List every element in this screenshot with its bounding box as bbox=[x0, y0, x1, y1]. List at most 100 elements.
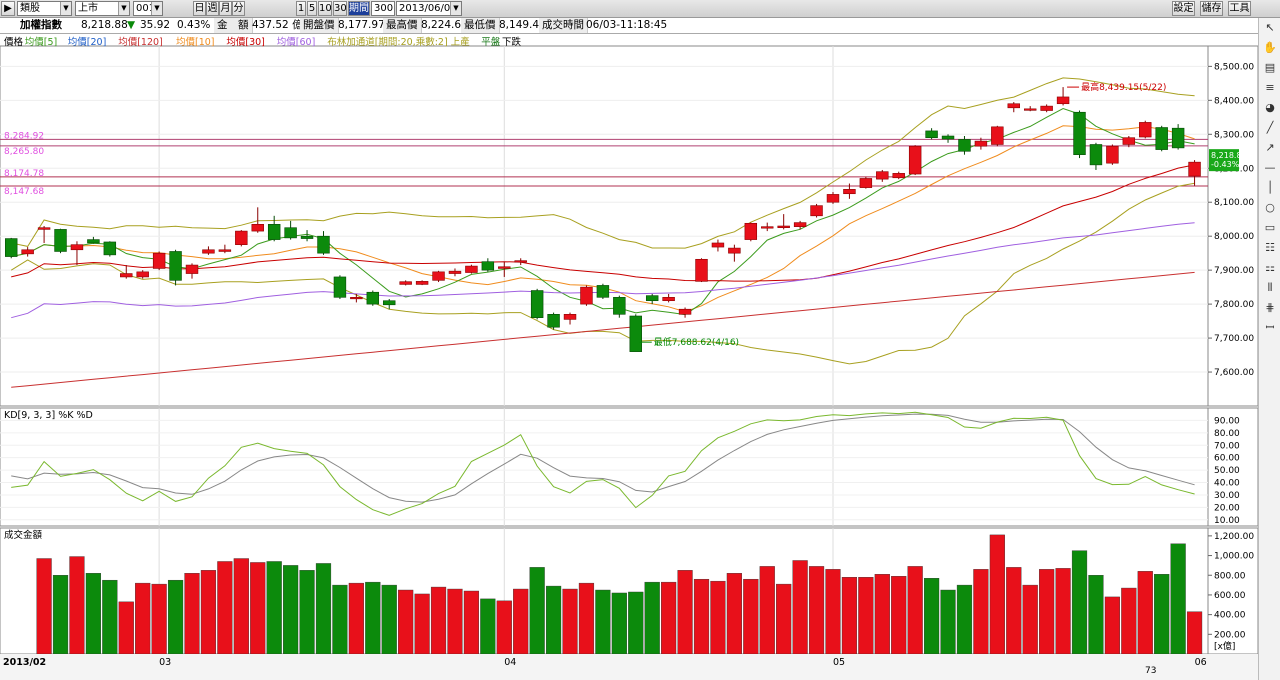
period-minute-button[interactable]: 分 bbox=[232, 1, 245, 16]
candle-body bbox=[991, 126, 1004, 145]
legend-entry: 均價[60] bbox=[277, 36, 316, 48]
candle-body bbox=[415, 281, 429, 285]
candle-body bbox=[695, 258, 708, 282]
num-5-button[interactable]: 5 bbox=[307, 1, 317, 16]
kd-tick-label: 70.00 bbox=[1214, 441, 1240, 451]
volume-bar bbox=[1039, 569, 1055, 655]
x-axis-label: 2013/02 bbox=[3, 657, 46, 668]
candle-body bbox=[70, 244, 84, 251]
volume-bar bbox=[776, 583, 792, 655]
candle-body bbox=[169, 251, 182, 281]
exchange-select[interactable]: 上市 ▼ bbox=[75, 1, 130, 16]
kd-tick-label: 30.00 bbox=[1214, 491, 1240, 501]
candle-body bbox=[267, 224, 281, 240]
volume-bar bbox=[1121, 587, 1137, 655]
volume-bar bbox=[825, 569, 841, 655]
num-30-button[interactable]: 30 bbox=[333, 1, 347, 16]
save-button[interactable]: 儲存 bbox=[1200, 1, 1223, 16]
settings-button[interactable]: 設定 bbox=[1172, 1, 1195, 16]
lock-icon[interactable]: ▤ bbox=[1262, 60, 1278, 76]
candle-body bbox=[563, 314, 577, 320]
market-type-select[interactable]: 類股 ▼ bbox=[17, 1, 72, 16]
price-tick-label: 8,400.00 bbox=[1214, 96, 1254, 106]
channel-tool-icon[interactable]: ⋕ bbox=[1262, 300, 1278, 316]
amount-label: 金 額 bbox=[214, 18, 253, 33]
stock-chart-svg[interactable]: 7,600.00 7,700.00 7,800.00 7,900.00 8,000.00… bbox=[0, 34, 1280, 680]
circle-tool-icon[interactable]: ○ bbox=[1262, 200, 1278, 216]
candle-body bbox=[317, 235, 330, 254]
num-10-button[interactable]: 10 bbox=[318, 1, 332, 16]
legend-entry: 均價[5] bbox=[25, 36, 57, 48]
period-month-button[interactable]: 月 bbox=[219, 1, 232, 16]
volume-bar bbox=[545, 585, 562, 655]
vertical-line-icon[interactable]: │ bbox=[1262, 180, 1278, 196]
fibonacci-icon[interactable]: ☷ bbox=[1262, 240, 1278, 256]
period-label-button[interactable]: 期間 bbox=[348, 1, 370, 16]
candle-body bbox=[120, 273, 133, 278]
cursor-icon[interactable]: ↖ bbox=[1262, 20, 1278, 36]
volume-bar bbox=[1088, 575, 1104, 655]
tools-button[interactable]: 工具 bbox=[1228, 1, 1251, 16]
period-week-button[interactable]: 週 bbox=[206, 1, 219, 16]
zoom-value: 73 bbox=[1145, 666, 1156, 676]
annotation-label: 最低7,688.62(4/16) bbox=[654, 336, 739, 348]
current-price-label: 8,218.88 bbox=[1211, 151, 1247, 160]
volume-bar bbox=[365, 581, 381, 655]
volume-bar bbox=[644, 581, 660, 655]
legend-entry: 價格 bbox=[4, 36, 24, 48]
text-tool-icon[interactable]: ꟷ bbox=[1262, 320, 1278, 336]
date-select[interactable]: 2013/06/03 ▼ bbox=[396, 1, 462, 16]
candle-body bbox=[5, 238, 18, 257]
chevron-down-icon: ▼ bbox=[60, 2, 71, 15]
volume-tick-label: 200.00 bbox=[1214, 630, 1246, 640]
volume-bar bbox=[1186, 611, 1203, 655]
candle-body bbox=[448, 270, 462, 274]
period-day-button[interactable]: 日 bbox=[193, 1, 206, 16]
change-pct-value: 0.43% bbox=[177, 19, 211, 31]
hand-icon[interactable]: ✋ bbox=[1262, 40, 1278, 56]
arrow-tool-icon[interactable]: ↗ bbox=[1262, 140, 1278, 156]
reference-line-label: 8,147.68 bbox=[4, 187, 44, 197]
volume-bar bbox=[36, 558, 52, 655]
rectangle-tool-icon[interactable]: ▭ bbox=[1262, 220, 1278, 236]
volume-bar bbox=[759, 566, 775, 655]
gann-icon[interactable]: ⚏ bbox=[1262, 260, 1278, 276]
candle-body bbox=[498, 266, 511, 269]
volume-bar bbox=[85, 573, 101, 655]
volume-bar bbox=[200, 570, 217, 655]
volume-bar bbox=[1170, 543, 1186, 655]
volume-bar bbox=[661, 581, 677, 655]
candle-body bbox=[843, 189, 856, 195]
line-tool-icon[interactable]: ╱ bbox=[1262, 120, 1278, 136]
volume-bar bbox=[726, 573, 742, 655]
menu-icon[interactable]: ≡ bbox=[1262, 80, 1278, 96]
candle-body bbox=[958, 139, 971, 152]
volume-title: 成交金額 bbox=[4, 529, 43, 541]
horizontal-line-icon[interactable]: — bbox=[1262, 160, 1278, 176]
palette-icon[interactable]: ◕ bbox=[1262, 100, 1278, 116]
candle-body bbox=[613, 297, 626, 315]
x-axis-bar bbox=[0, 654, 1258, 680]
volume-bar bbox=[513, 588, 529, 655]
price-tick-label: 8,500.00 bbox=[1214, 62, 1254, 72]
volume-bar bbox=[447, 588, 463, 655]
volume-bar bbox=[1104, 596, 1120, 655]
code-select[interactable]: 001 ▼ bbox=[133, 1, 163, 16]
volume-bar bbox=[496, 600, 512, 655]
volume-bar bbox=[858, 577, 874, 655]
x-axis-label: 03 bbox=[159, 657, 171, 668]
num-1-button[interactable]: 1 bbox=[296, 1, 306, 16]
candle-body bbox=[810, 205, 823, 217]
candle-body bbox=[87, 239, 100, 244]
amount-value: 437.52 億 bbox=[252, 19, 303, 31]
candle-body bbox=[235, 230, 248, 245]
period-input[interactable]: 300 bbox=[371, 1, 395, 16]
down-arrow-icon: ▼ bbox=[127, 19, 136, 31]
play-icon[interactable]: ▶ bbox=[1, 1, 15, 16]
candle-body bbox=[678, 308, 692, 315]
price-tick-label: 8,000.00 bbox=[1214, 232, 1254, 242]
bars-tool-icon[interactable]: ⦀ bbox=[1262, 280, 1278, 296]
volume-bar bbox=[891, 576, 907, 655]
candle-body bbox=[925, 130, 938, 138]
kd-tick-label: 80.00 bbox=[1214, 429, 1240, 439]
